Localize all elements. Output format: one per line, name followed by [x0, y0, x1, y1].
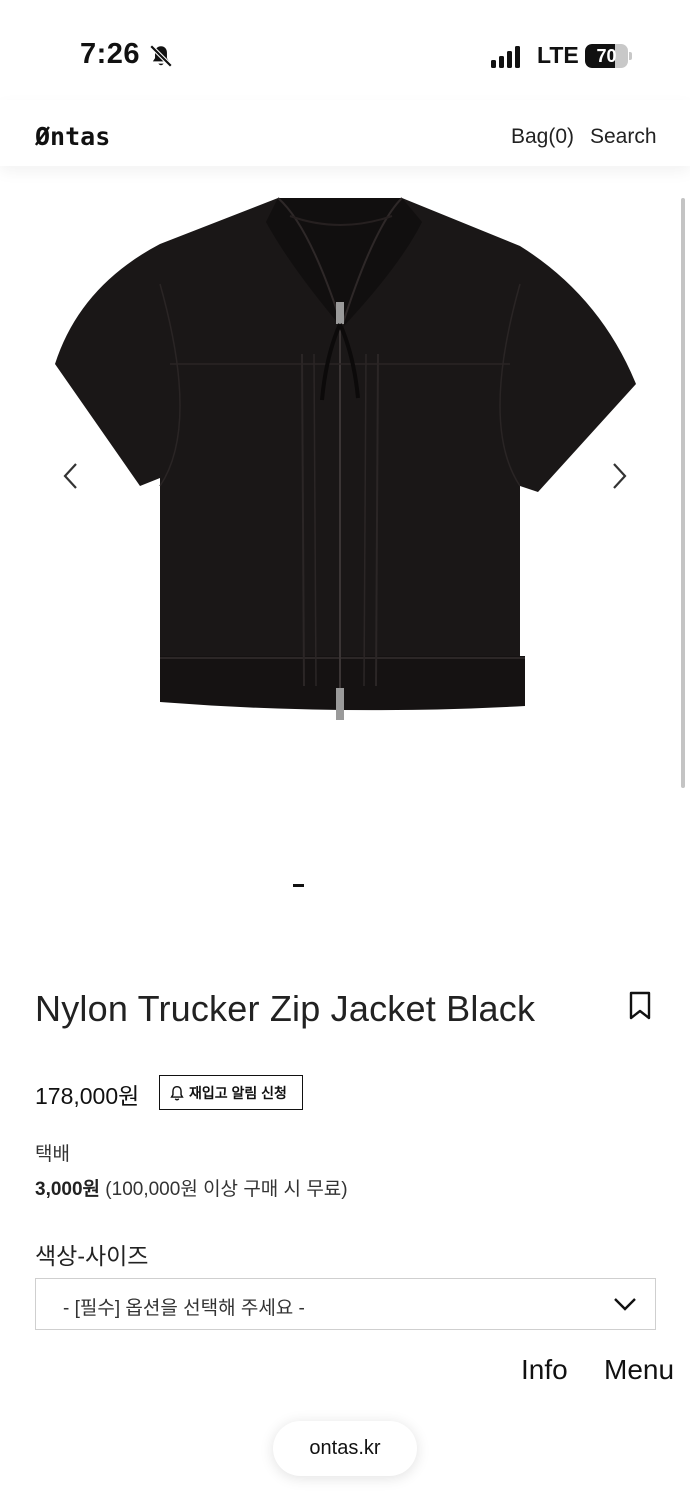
- info-link[interactable]: Info: [521, 1354, 568, 1386]
- bookmark-icon[interactable]: [628, 991, 652, 1021]
- search-link[interactable]: Search: [590, 125, 657, 149]
- product-image: [55, 197, 636, 720]
- shipping-value: 3,000원 (100,000원 이상 구매 시 무료): [35, 1174, 348, 1201]
- bell-slash-icon: [149, 44, 173, 68]
- shipping-note: (100,000원 이상 구매 시 무료): [100, 1179, 348, 1200]
- chevron-left-icon[interactable]: [56, 456, 86, 496]
- bell-icon: [170, 1085, 184, 1100]
- restock-alert-button[interactable]: 재입고 알림 신청: [159, 1075, 303, 1110]
- menu-link[interactable]: Menu: [604, 1354, 674, 1386]
- status-bar: 7:26 LTE 70: [0, 0, 690, 100]
- battery-icon: 70: [585, 44, 632, 68]
- restock-alert-label: 재입고 알림 신청: [189, 1084, 287, 1101]
- option-label: 색상-사이즈: [35, 1243, 149, 1269]
- product-title: Nylon Trucker Zip Jacket Black: [35, 988, 536, 1029]
- option-select[interactable]: - [필수] 옵션을 선택해 주세요 -: [35, 1278, 656, 1330]
- shipping-label: 택배: [35, 1144, 70, 1165]
- site-header: Øntas Bag(0) Search: [0, 100, 690, 166]
- shipping-fee: 3,000원: [35, 1179, 101, 1200]
- status-time: 7:26: [80, 38, 141, 70]
- chevron-down-icon: [614, 1298, 636, 1311]
- signal-bars-icon: [491, 46, 520, 68]
- product-gallery: [0, 166, 690, 956]
- page-scrollbar[interactable]: [681, 198, 685, 788]
- site-logo[interactable]: Øntas: [35, 122, 110, 151]
- chevron-right-icon[interactable]: [604, 456, 634, 496]
- option-select-value: - [필수] 옵션을 선택해 주세요 -: [63, 1298, 305, 1319]
- browser-url-bar[interactable]: ontas.kr: [273, 1421, 417, 1476]
- gallery-page-indicator[interactable]: [293, 884, 304, 887]
- bag-link[interactable]: Bag(0): [511, 125, 574, 149]
- product-price: 178,000원: [35, 1083, 140, 1109]
- network-type: LTE: [537, 42, 579, 68]
- battery-percent: 70: [596, 46, 617, 66]
